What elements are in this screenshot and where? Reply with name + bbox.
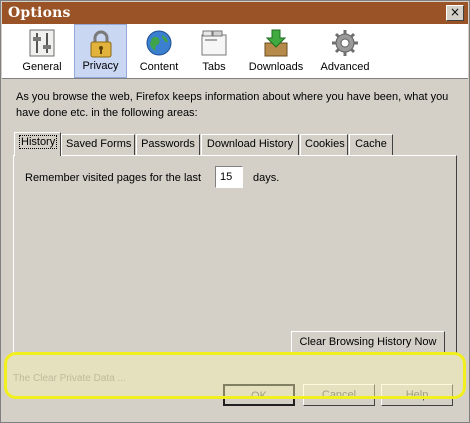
close-button[interactable]: ×	[446, 5, 464, 21]
title-bar[interactable]: Options ×	[2, 2, 468, 24]
options-window: Options × General Privacy Content Tabs D…	[0, 0, 470, 423]
toolbar-tabs[interactable]: Tabs	[190, 24, 238, 78]
remember-pages-label: Remember visited pages for the last	[25, 172, 202, 184]
tab-cache[interactable]: Cache	[349, 134, 393, 155]
globe-icon	[146, 30, 172, 56]
toolbar-privacy-label: Privacy	[82, 60, 119, 72]
history-days-input[interactable]: 15	[215, 166, 243, 188]
tab-history[interactable]: History	[14, 132, 61, 156]
tab-download-history[interactable]: Download History	[201, 134, 299, 155]
toolbar-advanced[interactable]: Advanced	[314, 24, 376, 78]
toolbar-tabs-label: Tabs	[202, 61, 226, 73]
days-label: days.	[253, 172, 280, 184]
window-title: Options	[8, 5, 71, 21]
history-panel: Remember visited pages for the last 15 d…	[13, 155, 457, 355]
annotation-highlight	[4, 352, 466, 399]
toolbar-privacy[interactable]: Privacy	[74, 24, 127, 78]
tab-cookies[interactable]: Cookies	[300, 134, 348, 155]
gear-icon	[332, 30, 358, 56]
toolbar-downloads[interactable]: Downloads	[242, 24, 310, 78]
toolbar-downloads-label: Downloads	[248, 61, 304, 73]
category-toolbar: General Privacy Content Tabs Downloads A…	[2, 24, 468, 79]
toolbar-content-label: Content	[139, 61, 179, 73]
toolbar-content[interactable]: Content	[128, 24, 190, 78]
clear-browsing-history-button[interactable]: Clear Browsing History Now	[291, 331, 445, 354]
tab-passwords[interactable]: Passwords	[136, 134, 200, 155]
toolbar-general[interactable]: General	[11, 24, 73, 78]
toolbar-advanced-label: Advanced	[320, 61, 370, 73]
toolbar-general-label: General	[22, 61, 62, 73]
sliders-icon	[29, 29, 55, 57]
download-box-icon	[264, 29, 288, 57]
tabs-window-icon	[201, 30, 227, 56]
tab-saved-forms[interactable]: Saved Forms	[61, 134, 135, 155]
padlock-icon	[90, 30, 111, 58]
tab-history-label: History	[19, 135, 58, 149]
privacy-description: As you browse the web, Firefox keeps inf…	[16, 91, 449, 119]
